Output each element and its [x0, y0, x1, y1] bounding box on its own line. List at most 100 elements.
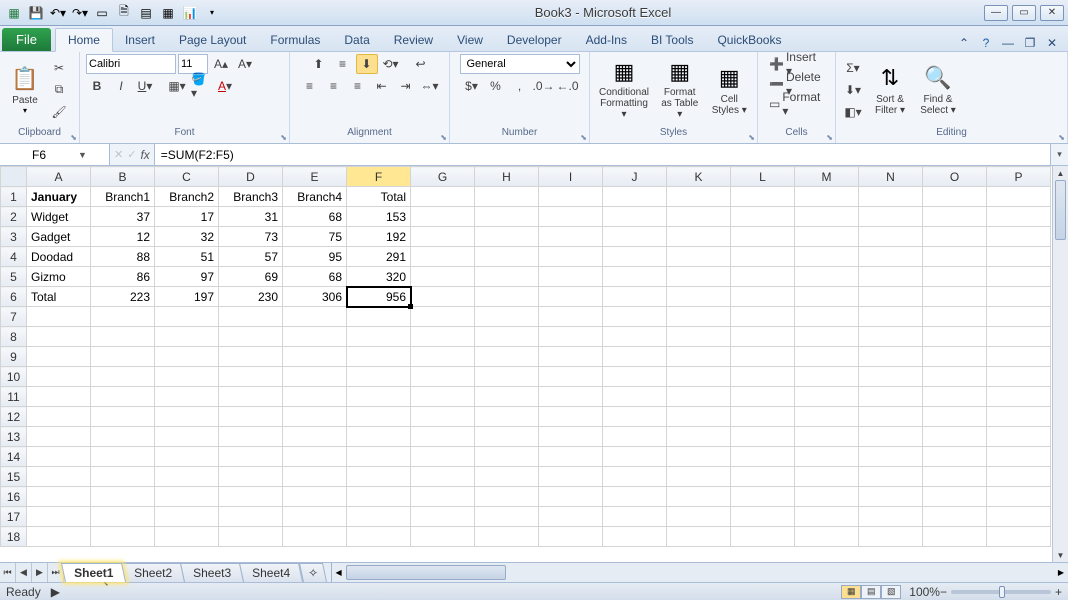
cell[interactable] — [859, 207, 923, 227]
cell[interactable] — [219, 387, 283, 407]
save-icon[interactable]: 💾 — [26, 3, 46, 23]
tab-insert[interactable]: Insert — [113, 29, 167, 51]
cell[interactable]: 51 — [155, 247, 219, 267]
row-header[interactable]: 11 — [1, 387, 27, 407]
tab-next-icon[interactable]: ▶ — [32, 563, 48, 582]
cell[interactable] — [411, 447, 475, 467]
fill-color-icon[interactable]: 🪣▾ — [190, 76, 212, 96]
cell[interactable] — [219, 367, 283, 387]
cell[interactable] — [859, 227, 923, 247]
cell[interactable] — [155, 527, 219, 547]
namebox-dropdown-icon[interactable]: ▼ — [74, 150, 91, 160]
name-box-input[interactable] — [4, 148, 74, 162]
scroll-up-icon[interactable]: ▲ — [1053, 166, 1068, 180]
cell[interactable] — [731, 347, 795, 367]
cell[interactable] — [731, 267, 795, 287]
zoom-out-icon[interactable]: − — [940, 585, 947, 599]
cell[interactable] — [923, 247, 987, 267]
cell[interactable] — [155, 507, 219, 527]
cell[interactable] — [923, 527, 987, 547]
cell[interactable] — [795, 427, 859, 447]
cell[interactable]: Branch2 — [155, 187, 219, 207]
column-header[interactable]: F — [347, 167, 411, 187]
cell[interactable] — [859, 267, 923, 287]
column-header[interactable]: G — [411, 167, 475, 187]
cell[interactable] — [859, 527, 923, 547]
italic-button[interactable]: I — [110, 76, 132, 96]
cell[interactable] — [795, 487, 859, 507]
column-header[interactable]: M — [795, 167, 859, 187]
conditional-formatting-button[interactable]: ▦Conditional Formatting ▾ — [596, 59, 652, 121]
cell[interactable]: Total — [27, 287, 91, 307]
cell[interactable]: 153 — [347, 207, 411, 227]
cell[interactable] — [795, 287, 859, 307]
cell[interactable] — [475, 407, 539, 427]
cell[interactable]: Branch1 — [91, 187, 155, 207]
cell[interactable] — [987, 487, 1051, 507]
cell[interactable] — [859, 387, 923, 407]
cell[interactable]: January — [27, 187, 91, 207]
cell[interactable] — [411, 187, 475, 207]
tab-add-ins[interactable]: Add-Ins — [574, 29, 639, 51]
cell[interactable] — [411, 367, 475, 387]
cell[interactable] — [731, 327, 795, 347]
expand-formula-bar-icon[interactable]: ▾ — [1050, 144, 1068, 165]
font-name-input[interactable] — [86, 54, 176, 74]
cell[interactable] — [475, 207, 539, 227]
cell[interactable]: 37 — [91, 207, 155, 227]
cell[interactable] — [91, 447, 155, 467]
cell[interactable] — [411, 427, 475, 447]
cell[interactable] — [603, 247, 667, 267]
row-header[interactable]: 5 — [1, 267, 27, 287]
cell[interactable] — [27, 487, 91, 507]
cell[interactable] — [475, 247, 539, 267]
cell[interactable] — [539, 267, 603, 287]
cell[interactable] — [27, 327, 91, 347]
fx-icon[interactable]: fx — [140, 148, 149, 162]
cell[interactable]: 291 — [347, 247, 411, 267]
cell[interactable] — [411, 347, 475, 367]
cell[interactable] — [795, 187, 859, 207]
tab-developer[interactable]: Developer — [495, 29, 574, 51]
tab-first-icon[interactable]: ⏮ — [0, 563, 16, 582]
cell[interactable] — [27, 307, 91, 327]
cell[interactable] — [667, 287, 731, 307]
cell[interactable] — [283, 387, 347, 407]
cell[interactable] — [923, 187, 987, 207]
row-header[interactable]: 3 — [1, 227, 27, 247]
cell[interactable] — [475, 487, 539, 507]
increase-indent-icon[interactable]: ⇥ — [395, 76, 417, 96]
align-right-icon[interactable]: ≡ — [347, 76, 369, 96]
cell[interactable]: 69 — [219, 267, 283, 287]
cell[interactable] — [411, 407, 475, 427]
close-button[interactable]: ✕ — [1040, 5, 1064, 21]
cell[interactable] — [667, 327, 731, 347]
cell[interactable] — [155, 407, 219, 427]
cell[interactable] — [859, 287, 923, 307]
align-center-icon[interactable]: ≡ — [323, 76, 345, 96]
cell[interactable] — [283, 307, 347, 327]
number-format-select[interactable]: General — [460, 54, 580, 74]
cell[interactable] — [731, 387, 795, 407]
cell[interactable] — [731, 227, 795, 247]
qat-customize-icon[interactable]: ▾ — [202, 3, 222, 23]
accounting-format-icon[interactable]: $▾ — [461, 76, 483, 96]
row-header[interactable]: 17 — [1, 507, 27, 527]
cell[interactable]: 31 — [219, 207, 283, 227]
undo-icon[interactable]: ↶▾ — [48, 3, 68, 23]
cell[interactable]: 320 — [347, 267, 411, 287]
cell[interactable] — [475, 347, 539, 367]
row-header[interactable]: 2 — [1, 207, 27, 227]
cell[interactable] — [91, 507, 155, 527]
cell[interactable] — [539, 447, 603, 467]
cell[interactable] — [27, 367, 91, 387]
cell[interactable]: 306 — [283, 287, 347, 307]
cell[interactable] — [603, 427, 667, 447]
cell[interactable] — [987, 507, 1051, 527]
cell[interactable] — [603, 407, 667, 427]
cell[interactable] — [347, 407, 411, 427]
column-header[interactable]: N — [859, 167, 923, 187]
grid-icon[interactable]: ▦ — [158, 3, 178, 23]
cell[interactable] — [475, 287, 539, 307]
row-header[interactable]: 7 — [1, 307, 27, 327]
